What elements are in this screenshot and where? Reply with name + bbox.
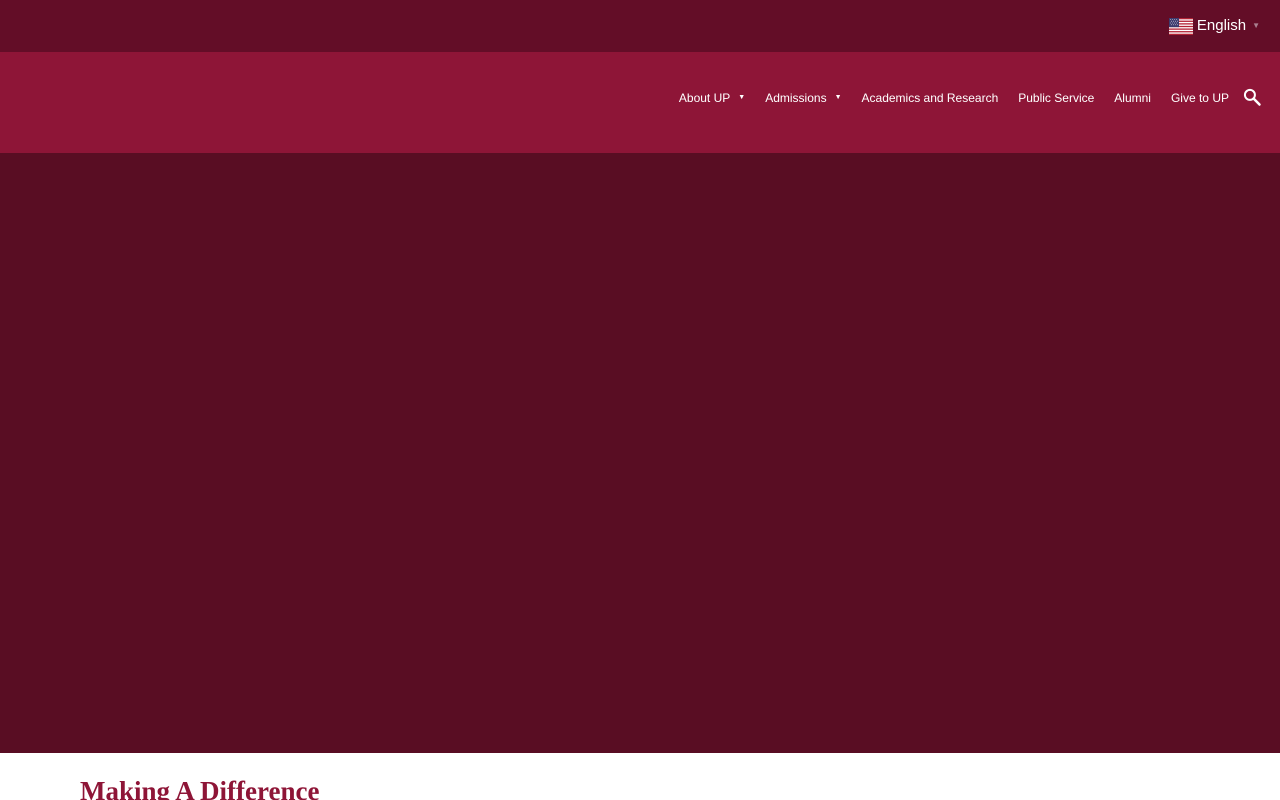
- chevron-down-icon: ▼: [1252, 21, 1260, 30]
- nav-item-label: Admissions: [765, 91, 827, 105]
- chevron-down-icon: ▼: [834, 94, 842, 101]
- nav-item-academics-and-research[interactable]: Academics and Research: [862, 88, 999, 108]
- nav-item-admissions[interactable]: Admissions ▼: [765, 88, 841, 108]
- language-label: English: [1196, 17, 1247, 34]
- section-heading: Making A Difference: [80, 776, 320, 800]
- nav-item-label: Alumni: [1114, 91, 1151, 105]
- nav-item-label: Give to UP: [1170, 91, 1229, 105]
- nav-item-public-service[interactable]: Public Service: [1018, 88, 1094, 108]
- nav-item-label: Academics and Research: [861, 91, 999, 105]
- nav-item-alumni[interactable]: Alumni: [1114, 88, 1151, 108]
- search-icon[interactable]: [1242, 87, 1262, 107]
- nav-item-label: Public Service: [1018, 91, 1095, 105]
- nav-item-label: About UP: [678, 91, 731, 105]
- top-bar: English ▼: [0, 0, 1280, 52]
- main-navigation: About UP ▼ Admissions ▼ Academics and Re…: [0, 52, 1280, 153]
- chevron-down-icon: ▼: [738, 94, 746, 101]
- nav-item-about-up[interactable]: About UP ▼: [679, 88, 745, 108]
- nav-menu: About UP ▼ Admissions ▼ Academics and Re…: [679, 88, 1229, 108]
- nav-item-give-to-up[interactable]: Give to UP: [1171, 88, 1229, 108]
- main-content: Making A Difference: [0, 753, 1280, 800]
- us-flag-icon: [1168, 17, 1193, 35]
- hero-banner: [0, 153, 1280, 753]
- language-selector[interactable]: English ▼: [1168, 15, 1260, 37]
